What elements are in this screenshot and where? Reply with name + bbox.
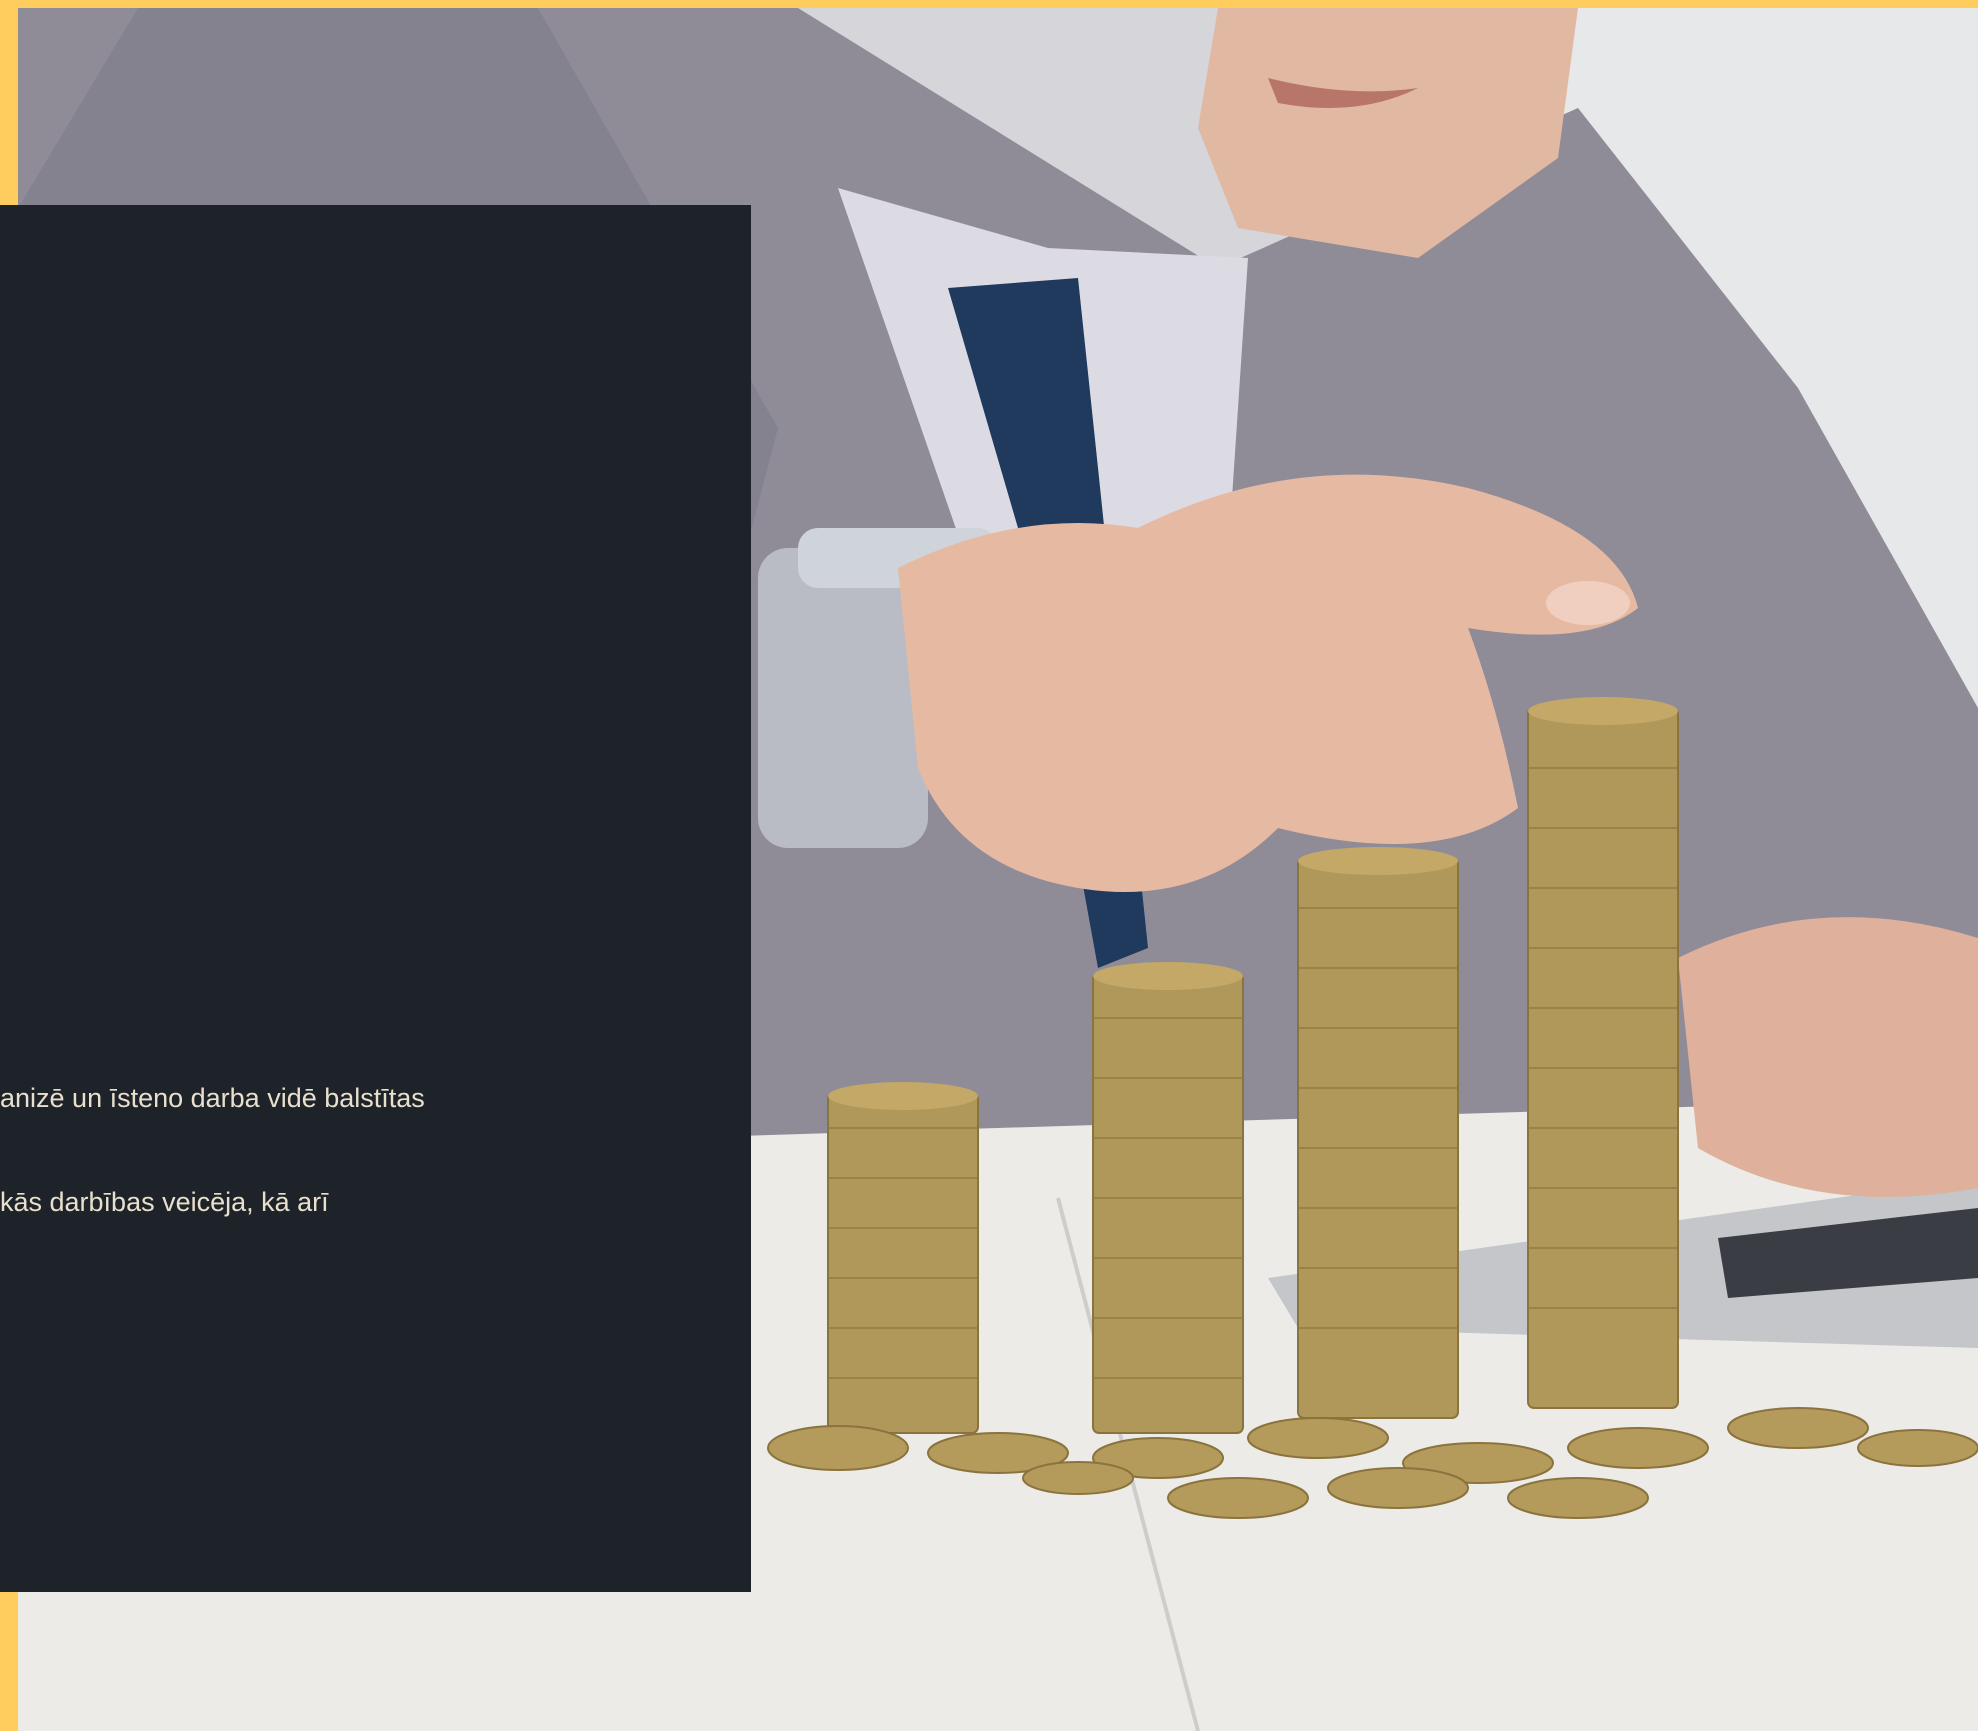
- panel-text-line-1: anizē un īsteno darba vidē balstītas: [0, 1083, 425, 1113]
- text-panel: anizē un īsteno darba vidē balstītas kās…: [0, 205, 751, 1592]
- panel-text-line-2: kās darbības veicēja, kā arī: [0, 1187, 329, 1217]
